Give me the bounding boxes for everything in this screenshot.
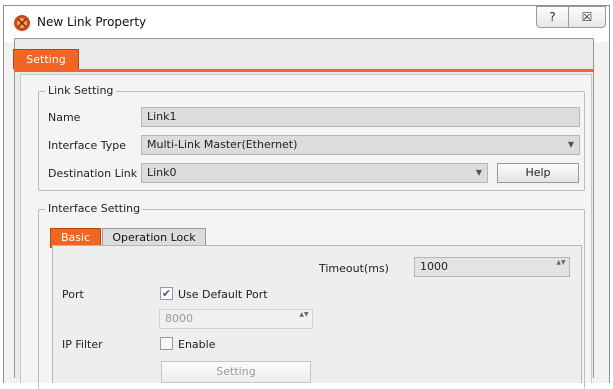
interface-type-label: Interface Type xyxy=(48,139,127,152)
port-stepper[interactable]: 8000 ▲▼ xyxy=(159,309,313,329)
interface-type-value: Multi-Link Master(Ethernet) xyxy=(147,138,298,151)
spin-arrows-icon: ▲▼ xyxy=(299,311,309,318)
port-value: 8000 xyxy=(165,312,193,325)
use-default-port-checkbox[interactable]: ✔ xyxy=(160,287,173,300)
ip-filter-label: IP Filter xyxy=(62,338,103,351)
destination-link-dropdown[interactable]: Link0 ▼ xyxy=(141,163,488,183)
enable-checkbox[interactable] xyxy=(160,337,173,350)
use-default-port-label: Use Default Port xyxy=(178,288,268,301)
help-title-button[interactable]: ? xyxy=(536,6,569,28)
window-title: New Link Property xyxy=(37,15,147,29)
timeout-stepper[interactable]: 1000 ▲▼ xyxy=(414,257,570,277)
help-button[interactable]: Help xyxy=(497,163,579,183)
setting-button[interactable]: Setting xyxy=(161,361,311,383)
chevron-down-icon: ▼ xyxy=(567,140,575,149)
app-logo-icon xyxy=(14,15,30,31)
link-setting-legend: Link Setting xyxy=(45,84,117,97)
port-label: Port xyxy=(62,288,84,301)
title-bar: New Link Property ? ☒ xyxy=(4,6,609,42)
question-icon: ? xyxy=(549,10,556,24)
spin-arrows-icon: ▲▼ xyxy=(556,259,566,266)
interface-setting-legend: Interface Setting xyxy=(45,202,144,215)
name-label: Name xyxy=(48,111,81,124)
close-icon: ☒ xyxy=(581,10,593,24)
name-field[interactable]: Link1 xyxy=(141,107,580,127)
destination-link-value: Link0 xyxy=(147,166,177,179)
tab-setting[interactable]: Setting xyxy=(13,49,79,69)
interface-type-dropdown[interactable]: Multi-Link Master(Ethernet) ▼ xyxy=(141,135,580,155)
timeout-label: Timeout(ms) xyxy=(319,262,389,275)
tab-underline xyxy=(14,69,594,72)
enable-label: Enable xyxy=(178,338,216,351)
destination-link-label: Destination Link xyxy=(48,167,138,180)
chevron-down-icon: ▼ xyxy=(475,168,483,177)
timeout-value: 1000 xyxy=(420,260,448,273)
close-button[interactable]: ☒ xyxy=(568,6,606,28)
